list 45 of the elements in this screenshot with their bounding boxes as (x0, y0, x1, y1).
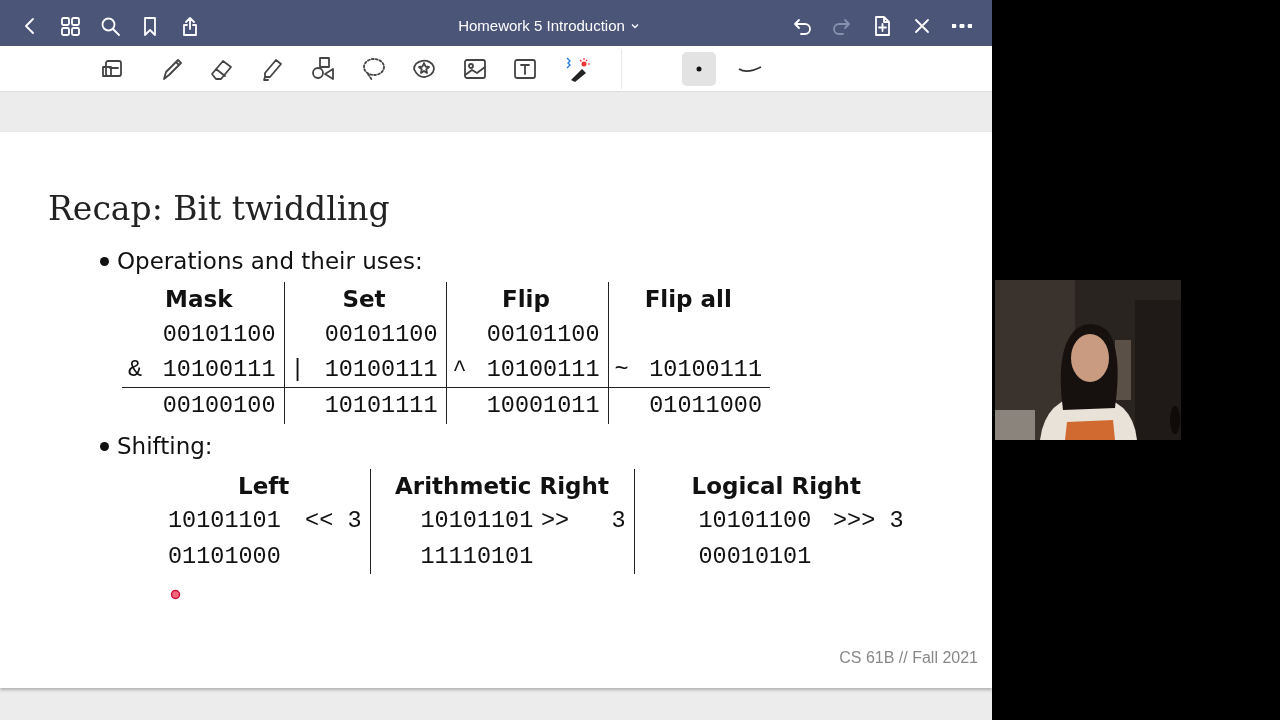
shift-operator: >> 3 (540, 506, 626, 537)
binary-result: 01011000 (649, 391, 762, 422)
binary-result: 10001011 (486, 391, 600, 422)
stroke-icon (737, 63, 763, 74)
binary-value: 10101101 (168, 506, 281, 537)
binary-result: 00100100 (162, 391, 276, 422)
operator-symbol: & (128, 355, 143, 386)
column-heading: Logical Right (690, 471, 862, 501)
bullet-icon (100, 257, 109, 267)
column-heading: Flip all (643, 285, 733, 315)
shift-operator: << 3 (305, 506, 362, 537)
shift-operator: >>> 3 (833, 506, 904, 537)
slide-footer: CS 61B // Fall 2021 (839, 646, 978, 670)
bullet-text: Operations and their uses: (117, 249, 423, 275)
binary-value: 00101100 (324, 319, 438, 350)
operator-symbol: ^ (452, 355, 467, 386)
binary-value: 10101100 (698, 506, 812, 537)
binary-value: 00101100 (486, 319, 600, 350)
column-heading: Set (341, 285, 387, 315)
binary-result: 10101111 (324, 391, 438, 422)
column-heading: Flip (501, 285, 551, 315)
binary-value: 10100111 (649, 355, 762, 386)
bullet-icon (100, 441, 109, 451)
column-heading: Left (237, 471, 291, 501)
more-icon (952, 24, 972, 28)
binary-result: 11110101 (420, 542, 534, 570)
operator-symbol: ~ (614, 355, 629, 386)
bullet-text: Shifting: (117, 433, 213, 459)
document-title-button[interactable]: Homework 5 Introduction (452, 13, 645, 39)
binary-result: 00010101 (698, 542, 812, 570)
grid-icon (59, 15, 81, 37)
dot-icon (696, 65, 702, 72)
binary-value: 10101101 (420, 506, 534, 537)
slide-title: Recap: Bit twiddling (48, 192, 390, 225)
binary-value: 10100111 (162, 355, 276, 386)
operator-symbol: | (290, 355, 305, 386)
binary-value: 00101100 (162, 319, 276, 350)
chevron-down-icon (630, 23, 639, 29)
binary-result: 01101000 (168, 542, 281, 570)
binary-value: 10100111 (486, 355, 600, 386)
column-heading: Mask (164, 285, 234, 315)
binary-value: 10100111 (324, 355, 438, 386)
column-heading: Arithmetic Right (394, 471, 610, 501)
search-icon (99, 15, 121, 37)
laser-dot-icon (170, 589, 181, 600)
